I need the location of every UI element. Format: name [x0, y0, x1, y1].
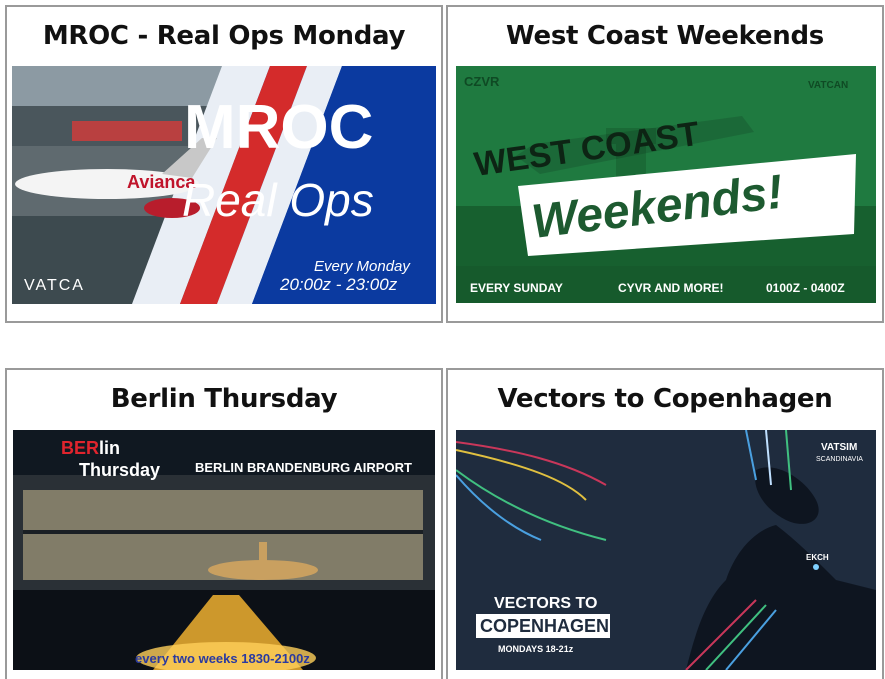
vatsim-sub: SCANDINAVIA [816, 456, 863, 463]
event-card-berlin[interactable]: Berlin Thursday BER lin Thursday BERLIN … [5, 368, 443, 679]
banner-schedule: MONDAYS 18-21z [498, 644, 574, 654]
banner-schedule: every two weeks 1830-2100z [135, 651, 310, 666]
banner-schedule-time: 20:00z - 23:00z [279, 275, 398, 294]
banner-graphic: WEST COAST Weekends! CZVR VATCAN EVERY S… [456, 66, 876, 303]
banner-footer-time: 0100Z - 0400Z [766, 281, 845, 295]
event-title: West Coast Weekends [506, 21, 824, 51]
event-title: Vectors to Copenhagen [497, 384, 833, 414]
banner-day: Thursday [79, 460, 160, 480]
event-card-west-coast[interactable]: West Coast Weekends WEST COAST Weekends!… [446, 5, 884, 323]
event-banner-west-coast[interactable]: WEST COAST Weekends! CZVR VATCAN EVERY S… [456, 66, 876, 303]
berlin-brand: lin [99, 438, 120, 458]
event-banner-mroc[interactable]: Avianca MROC Real Ops Every Monday 20:00… [12, 66, 436, 304]
banner-graphic: Avianca MROC Real Ops Every Monday 20:00… [12, 66, 436, 304]
banner-schedule-day: Every Monday [314, 258, 411, 275]
event-banner-berlin[interactable]: BER lin Thursday BERLIN BRANDENBURG AIRP… [13, 430, 435, 670]
czvr-logo: CZVR [464, 74, 500, 89]
vatcan-logo: VATCAN [808, 80, 848, 91]
berlin-brand-red: BER [61, 438, 99, 458]
banner-headline-1: VECTORS TO [494, 595, 597, 612]
event-banner-copenhagen[interactable]: EKCH VATSIM SCANDINAVIA VECTORS TO COPEN… [456, 430, 876, 670]
event-card-copenhagen[interactable]: Vectors to Copenhagen EKCH VATSIM SCANDI… [446, 368, 884, 679]
banner-graphic: BER lin Thursday BERLIN BRANDENBURG AIRP… [13, 430, 435, 670]
ekch-waypoint: EKCH [806, 553, 829, 562]
banner-headline-2: COPENHAGEN [480, 616, 609, 636]
banner-graphic: EKCH VATSIM SCANDINAVIA VECTORS TO COPEN… [456, 430, 876, 670]
vatca-logo: VATCA [24, 277, 85, 294]
vatsim-logo: VATSIM [821, 442, 857, 453]
event-title: MROC - Real Ops Monday [42, 21, 406, 51]
airport-sign: BERLIN BRANDENBURG AIRPORT [195, 460, 412, 475]
banner-footer-day: EVERY SUNDAY [470, 281, 563, 295]
banner-headline: MROC [184, 93, 373, 162]
event-title: Berlin Thursday [110, 384, 338, 414]
banner-subline: Real Ops [182, 174, 374, 226]
banner-footer-airport: CYVR AND MORE! [618, 281, 724, 295]
event-card-mroc[interactable]: MROC - Real Ops Monday Avianca MROC Real… [5, 5, 443, 323]
